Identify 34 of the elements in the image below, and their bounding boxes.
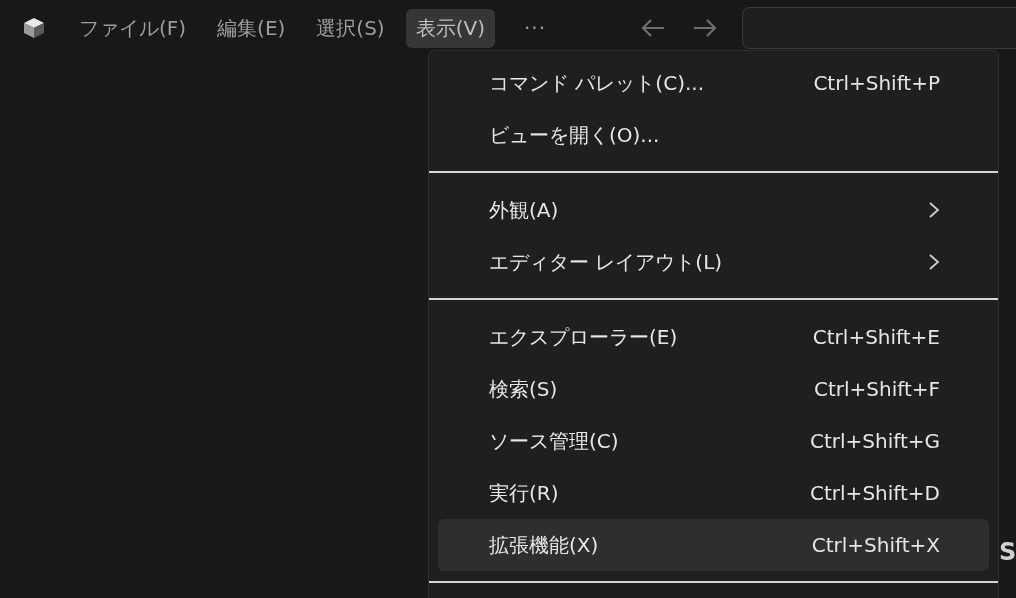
chevron-right-icon [928, 201, 940, 219]
menu-item-label: ビューを開く(O)... [489, 121, 660, 149]
menu-item[interactable]: ビューを開く(O)... [438, 109, 989, 161]
menu-item[interactable]: 拡張機能(X) Ctrl+Shift+X [438, 519, 989, 571]
more-menu-button[interactable]: ··· [513, 10, 557, 46]
shortcut-label: Ctrl+Shift+D [810, 481, 940, 505]
menu-item-label: エクスプローラー(E) [489, 323, 678, 351]
shortcut-label: Ctrl+Shift+P [813, 71, 940, 95]
shortcut-label: Ctrl+Shift+F [813, 377, 940, 401]
menu-bar-item[interactable]: 選択(S) [306, 8, 395, 48]
menu-item[interactable]: 外観(A) [438, 184, 989, 236]
menu-item-label: コマンド パレット(C)... [489, 69, 704, 97]
shortcut-label: Ctrl+Shift+E [812, 325, 940, 349]
shortcut-label: Ctrl+Shift+X [811, 533, 940, 557]
chevron-right-icon [928, 253, 940, 271]
menu-item[interactable]: コマンド パレット(C)... Ctrl+Shift+P [438, 57, 989, 109]
menu-bar-item[interactable]: ファイル(F) [69, 8, 197, 48]
menu-item-label: ソース管理(C) [489, 427, 619, 455]
search-field[interactable] [742, 7, 1016, 49]
menu-bar-item[interactable]: 表示(V) [405, 8, 495, 48]
menu-item-label: 拡張機能(X) [489, 531, 599, 559]
menu-item[interactable]: エクスプローラー(E) Ctrl+Shift+E [438, 311, 989, 363]
menu-item-label: 外観(A) [489, 196, 559, 224]
menu-item[interactable]: ソース管理(C) Ctrl+Shift+G [438, 415, 989, 467]
menu-bar-item[interactable]: 編集(E) [207, 8, 296, 48]
menu-item[interactable]: エディター レイアウト(L) [438, 236, 989, 288]
menu-item[interactable]: 検索(S) Ctrl+Shift+F [438, 363, 989, 415]
shortcut-label: Ctrl+Shift+G [809, 429, 940, 453]
menu-item-label: 検索(S) [489, 375, 558, 403]
background-text: S [999, 538, 1016, 566]
menu-item-label: 実行(R) [489, 479, 559, 507]
menu-item[interactable]: 実行(R) Ctrl+Shift+D [438, 467, 989, 519]
menu-item-label: エディター レイアウト(L) [489, 248, 723, 276]
cube-icon [21, 15, 47, 41]
